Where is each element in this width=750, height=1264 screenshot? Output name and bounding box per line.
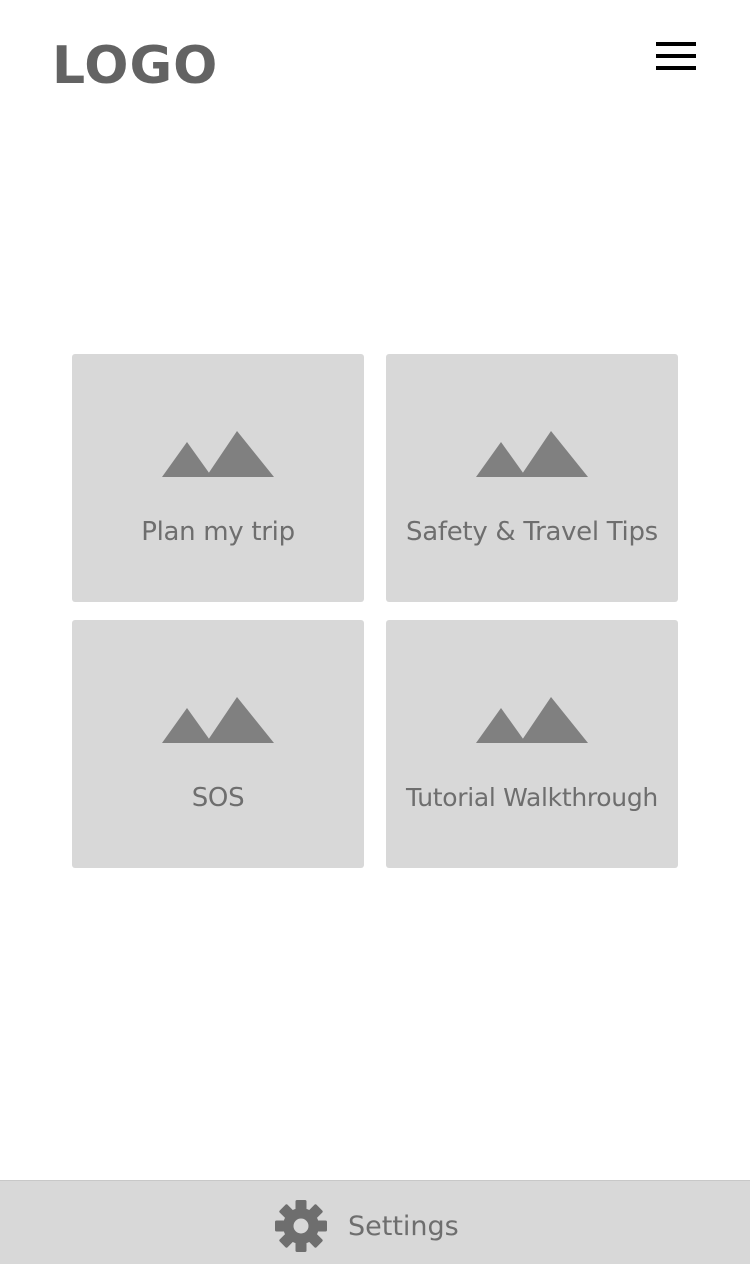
bottom-bar: Settings: [0, 1180, 750, 1264]
settings-label: Settings: [348, 1210, 459, 1242]
image-placeholder-icon: [476, 431, 588, 477]
image-placeholder-icon: [162, 697, 274, 743]
hamburger-menu-icon[interactable]: [656, 42, 696, 72]
settings-button[interactable]: Settings: [274, 1199, 459, 1253]
menu-bar: [656, 54, 696, 58]
sos-tile[interactable]: SOS: [72, 620, 364, 868]
menu-bar: [656, 66, 696, 70]
tile-label: SOS: [191, 783, 245, 813]
menu-bar: [656, 42, 696, 46]
tile-label: Plan my trip: [141, 517, 295, 547]
image-placeholder-icon: [162, 431, 274, 477]
gear-icon: [275, 1200, 327, 1252]
tile-label: Safety & Travel Tips: [406, 517, 658, 547]
image-placeholder-icon: [476, 697, 588, 743]
tile-label: Tutorial Walkthrough: [406, 783, 658, 812]
plan-my-trip-tile[interactable]: Plan my trip: [72, 354, 364, 602]
tutorial-walkthrough-tile[interactable]: Tutorial Walkthrough: [386, 620, 678, 868]
logo: LOGO: [52, 36, 219, 96]
safety-travel-tips-tile[interactable]: Safety & Travel Tips: [386, 354, 678, 602]
